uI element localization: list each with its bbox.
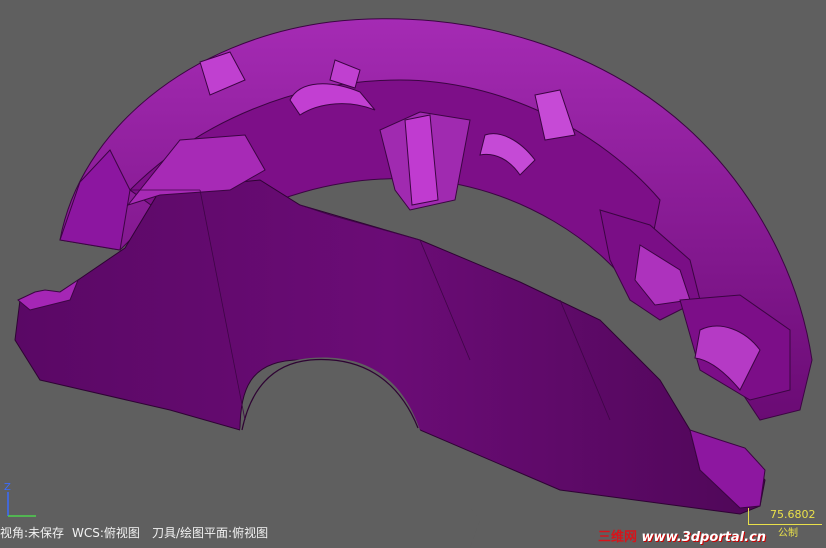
watermark-url: www.3dportal.cn (641, 530, 767, 545)
wcs-status: WCS:俯视图 (72, 526, 140, 540)
graphics-viewport[interactable]: Z 视角:未保存 WCS:俯视图 刀具/绘图平面:俯视图 75.6802 公制 … (0, 0, 826, 548)
watermark: 三维网 www.3dportal.cn (598, 526, 767, 545)
3d-part-model[interactable] (0, 0, 826, 548)
scale-value: 75.6802 (770, 508, 816, 521)
scale-indicator: 75.6802 公制 (748, 506, 822, 539)
watermark-cn: 三维网 (598, 530, 638, 545)
viewport-status-bar: 视角:未保存 WCS:俯视图 刀具/绘图平面:俯视图 (0, 522, 600, 542)
z-axis-label: Z (4, 482, 11, 493)
axis-triad: Z (4, 482, 36, 517)
scale-unit: 公制 (778, 528, 798, 539)
view-status: 视角:未保存 (0, 526, 65, 540)
tplane-status: 刀具/绘图平面:俯视图 (152, 526, 269, 540)
